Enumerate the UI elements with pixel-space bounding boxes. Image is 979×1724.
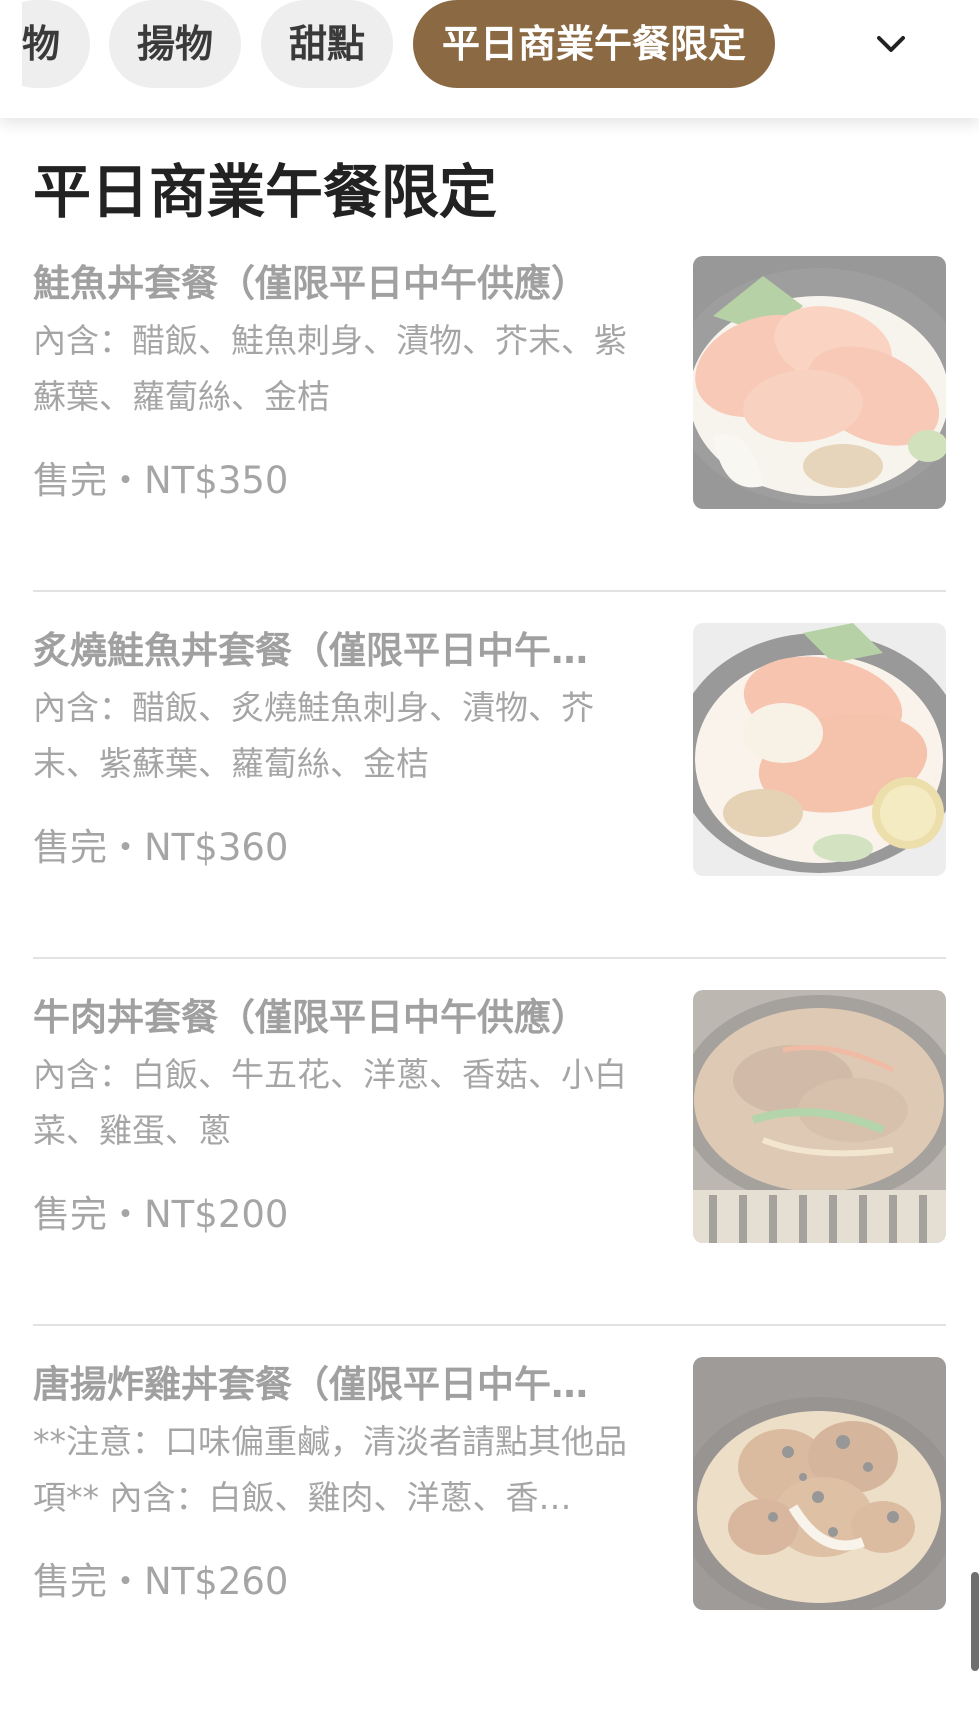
item-divider [33, 957, 946, 959]
item-divider [33, 590, 946, 592]
menu-item-name: 鮭魚丼套餐（僅限平日中午供應） [33, 262, 588, 305]
item-divider [33, 1324, 946, 1326]
menu-item-price: 售完・NT$260 [33, 1560, 289, 1603]
menu-item-price: 售完・NT$360 [33, 826, 289, 869]
menu-item[interactable]: 牛肉丼套餐（僅限平日中午供應） 內含：白飯、牛五花、洋蔥、香菇、小白菜、雞蛋、蔥… [33, 990, 946, 1357]
menu-item[interactable]: 唐揚炸雞丼套餐（僅限平日中午… **注意：口味偏重鹹，清淡者請點其他品項** 內… [33, 1357, 946, 1724]
menu-item-name: 唐揚炸雞丼套餐（僅限平日中午… [33, 1363, 588, 1406]
menu-item-price: 售完・NT$200 [33, 1193, 289, 1236]
menu-item-name: 牛肉丼套餐（僅限平日中午供應） [33, 996, 588, 1039]
menu-item[interactable]: 鮭魚丼套餐（僅限平日中午供應） 內含：醋飯、鮭魚刺身、漬物、芥末、紫蘇葉、蘿蔔絲… [33, 256, 946, 623]
menu-item[interactable]: 炙燒鮭魚丼套餐（僅限平日中午… 內含：醋飯、炙燒鮭魚刺身、漬物、芥末、紫蘇葉、蘿… [33, 623, 946, 990]
karaage-don-photo [693, 1357, 946, 1610]
menu-item-description: 內含：醋飯、炙燒鮭魚刺身、漬物、芥末、紫蘇葉、蘿蔔絲、金桔 [33, 688, 594, 783]
salmon-don-photo [693, 256, 946, 509]
menu-item-info: 牛肉丼套餐（僅限平日中午供應） 內含：白飯、牛五花、洋蔥、香菇、小白菜、雞蛋、蔥… [33, 990, 645, 1240]
tab-fried-food[interactable]: 揚物 [109, 0, 241, 88]
tab-partial-category[interactable]: 物 [22, 0, 90, 88]
menu-item-description: 內含：白飯、牛五花、洋蔥、香菇、小白菜、雞蛋、蔥 [33, 1055, 627, 1150]
menu-item-description: **注意：口味偏重鹹，清淡者請點其他品項** 內含：白飯、雞肉、洋蔥、香… [33, 1422, 627, 1517]
section-title: 平日商業午餐限定 [33, 158, 498, 226]
seared-salmon-don-photo [693, 623, 946, 876]
menu-item-name: 炙燒鮭魚丼套餐（僅限平日中午… [33, 629, 588, 672]
scrollbar[interactable] [971, 1572, 979, 1671]
menu-item-price: 售完・NT$350 [33, 459, 289, 502]
category-tab-bar: 物 揚物 甜點 平日商業午餐限定 [0, 0, 979, 118]
beef-don-photo [693, 990, 946, 1243]
tab-dessert[interactable]: 甜點 [261, 0, 393, 88]
menu-item-info: 鮭魚丼套餐（僅限平日中午供應） 內含：醋飯、鮭魚刺身、漬物、芥末、紫蘇葉、蘿蔔絲… [33, 256, 645, 506]
menu-item-description: 內含：醋飯、鮭魚刺身、漬物、芥末、紫蘇葉、蘿蔔絲、金桔 [33, 321, 627, 416]
chevron-down-icon[interactable] [871, 24, 911, 64]
menu-item-info: 唐揚炸雞丼套餐（僅限平日中午… **注意：口味偏重鹹，清淡者請點其他品項** 內… [33, 1357, 645, 1607]
category-tabs: 物 揚物 甜點 平日商業午餐限定 [22, 0, 882, 88]
menu-item-info: 炙燒鮭魚丼套餐（僅限平日中午… 內含：醋飯、炙燒鮭魚刺身、漬物、芥末、紫蘇葉、蘿… [33, 623, 645, 873]
tab-weekday-lunch[interactable]: 平日商業午餐限定 [413, 0, 775, 88]
